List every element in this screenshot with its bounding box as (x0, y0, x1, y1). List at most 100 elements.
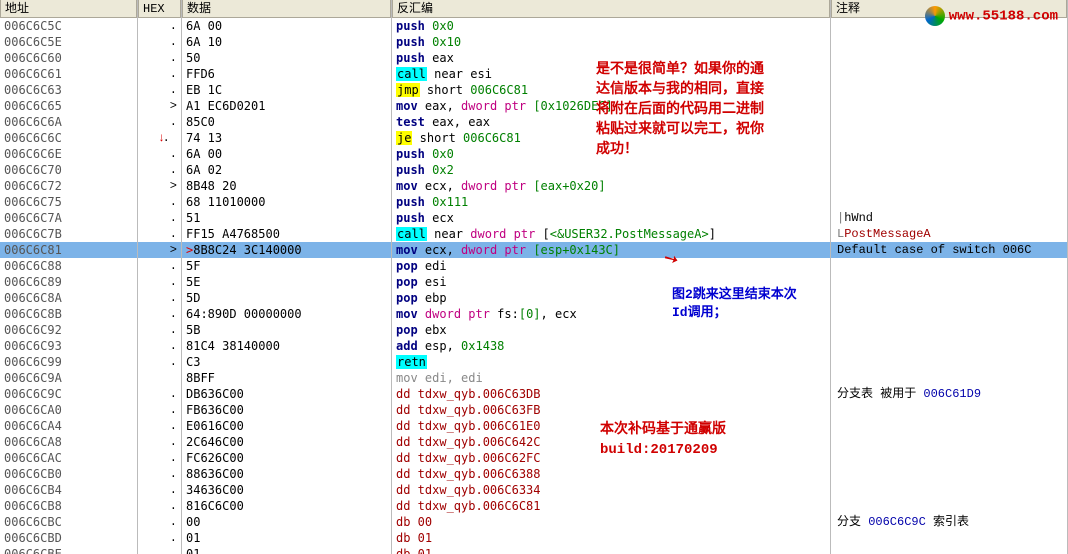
comment-cell[interactable] (831, 146, 1067, 162)
comment-cell[interactable] (831, 290, 1067, 306)
address-cell[interactable]: 006C6CB0 (0, 466, 137, 482)
comment-cell[interactable] (831, 370, 1067, 386)
hex-cell[interactable]: . (138, 386, 181, 402)
data-cell[interactable]: 6A 00 (182, 18, 391, 34)
disasm-cell[interactable]: dd tdxw_qyb.006C6C81 (392, 498, 830, 514)
hex-cell[interactable]: > (138, 178, 181, 194)
disasm-cell[interactable]: dd tdxw_qyb.006C6334 (392, 482, 830, 498)
hex-cell[interactable]: . (138, 34, 181, 50)
comment-cell[interactable]: LPostMessageA (831, 226, 1067, 242)
comment-cell[interactable] (831, 178, 1067, 194)
data-cell[interactable]: 8B48 20 (182, 178, 391, 194)
hex-cell[interactable]: . (138, 66, 181, 82)
data-cell[interactable]: E0616C00 (182, 418, 391, 434)
address-cell[interactable]: 006C6C7B (0, 226, 137, 242)
data-cell[interactable]: 6A 02 (182, 162, 391, 178)
comment-cell[interactable] (831, 306, 1067, 322)
data-cell[interactable]: 5D (182, 290, 391, 306)
address-cell[interactable]: 006C6C5C (0, 18, 137, 34)
address-cell[interactable]: 006C6C72 (0, 178, 137, 194)
hex-cell[interactable]: . (138, 450, 181, 466)
hex-cell[interactable]: . (138, 482, 181, 498)
comment-cell[interactable] (831, 66, 1067, 82)
comment-cell[interactable] (831, 162, 1067, 178)
disasm-cell[interactable]: push 0x111 (392, 194, 830, 210)
disasm-cell[interactable]: db 00 (392, 514, 830, 530)
hex-cell[interactable]: . (138, 290, 181, 306)
hex-cell[interactable]: . (138, 50, 181, 66)
hex-cell[interactable]: . (138, 466, 181, 482)
hex-cell[interactable]: . (138, 82, 181, 98)
comment-cell[interactable] (831, 546, 1067, 554)
header-disasm[interactable]: 反汇编 (392, 0, 830, 18)
comment-cell[interactable] (831, 466, 1067, 482)
comment-cell[interactable] (831, 482, 1067, 498)
address-cell[interactable]: 006C6C6E (0, 146, 137, 162)
hex-cell[interactable]: . (138, 18, 181, 34)
data-cell[interactable]: EB 1C (182, 82, 391, 98)
comment-cell[interactable] (831, 402, 1067, 418)
disasm-cell[interactable]: mov ecx, dword ptr [esp+0x143C] (392, 242, 830, 258)
comment-cell[interactable] (831, 434, 1067, 450)
hex-cell[interactable]: . (138, 306, 181, 322)
data-cell[interactable]: 00 (182, 514, 391, 530)
comment-cell[interactable] (831, 322, 1067, 338)
comment-cell[interactable] (831, 194, 1067, 210)
disasm-cell[interactable]: push ecx (392, 210, 830, 226)
hex-cell[interactable]: . (138, 210, 181, 226)
data-cell[interactable]: 01 (182, 530, 391, 546)
comment-cell[interactable] (831, 498, 1067, 514)
comment-cell[interactable]: 分支 006C6C9C 索引表 (831, 514, 1067, 530)
disasm-cell[interactable]: db 01 (392, 530, 830, 546)
address-cell[interactable]: 006C6CA4 (0, 418, 137, 434)
data-cell[interactable]: 88636C00 (182, 466, 391, 482)
comment-cell[interactable] (831, 530, 1067, 546)
hex-cell[interactable]: > (138, 98, 181, 114)
data-cell[interactable]: 74 13 (182, 130, 391, 146)
data-cell[interactable]: 50 (182, 50, 391, 66)
disasm-cell[interactable]: add esp, 0x1438 (392, 338, 830, 354)
header-data[interactable]: 数据 (182, 0, 391, 18)
data-cell[interactable]: 68 11010000 (182, 194, 391, 210)
data-cell[interactable]: 2C646C00 (182, 434, 391, 450)
data-cell[interactable]: 81C4 38140000 (182, 338, 391, 354)
data-cell[interactable]: 5F (182, 258, 391, 274)
comment-cell[interactable] (831, 34, 1067, 50)
data-cell[interactable]: A1 EC6D0201 (182, 98, 391, 114)
hex-cell[interactable]: . (138, 530, 181, 546)
data-cell[interactable]: 5B (182, 322, 391, 338)
disasm-cell[interactable]: push 0x0 (392, 18, 830, 34)
address-cell[interactable]: 006C6C5E (0, 34, 137, 50)
header-hex[interactable]: HEX (138, 0, 181, 18)
comment-cell[interactable] (831, 130, 1067, 146)
address-cell[interactable]: 006C6C88 (0, 258, 137, 274)
hex-cell[interactable]: . (138, 274, 181, 290)
disasm-cell[interactable]: push 0x2 (392, 162, 830, 178)
data-cell[interactable]: 8BFF (182, 370, 391, 386)
data-cell[interactable]: FB636C00 (182, 402, 391, 418)
disasm-cell[interactable]: push 0x10 (392, 34, 830, 50)
address-cell[interactable]: 006C6C6A (0, 114, 137, 130)
hex-cell[interactable]: .↓ (138, 130, 181, 146)
disasm-cell[interactable]: mov ecx, dword ptr [eax+0x20] (392, 178, 830, 194)
address-cell[interactable]: 006C6CA0 (0, 402, 137, 418)
data-cell[interactable]: 34636C00 (182, 482, 391, 498)
data-cell[interactable]: 816C6C00 (182, 498, 391, 514)
disasm-cell[interactable]: call near dword ptr [<&USER32.PostMessag… (392, 226, 830, 242)
address-cell[interactable]: 006C6C8A (0, 290, 137, 306)
address-cell[interactable]: 006C6C63 (0, 82, 137, 98)
data-cell[interactable]: 85C0 (182, 114, 391, 130)
disasm-cell[interactable]: dd tdxw_qyb.006C63FB (392, 402, 830, 418)
hex-cell[interactable]: . (138, 146, 181, 162)
data-cell[interactable]: >8B8C24 3C140000 (182, 242, 391, 258)
hex-cell[interactable]: . (138, 402, 181, 418)
data-cell[interactable]: DB636C00 (182, 386, 391, 402)
address-cell[interactable]: 006C6CAC (0, 450, 137, 466)
address-cell[interactable]: 006C6CBC (0, 514, 137, 530)
address-cell[interactable]: 006C6CBD (0, 530, 137, 546)
comment-cell[interactable] (831, 258, 1067, 274)
comment-cell[interactable] (831, 50, 1067, 66)
data-cell[interactable]: 6A 10 (182, 34, 391, 50)
data-cell[interactable]: 5E (182, 274, 391, 290)
data-cell[interactable]: 51 (182, 210, 391, 226)
